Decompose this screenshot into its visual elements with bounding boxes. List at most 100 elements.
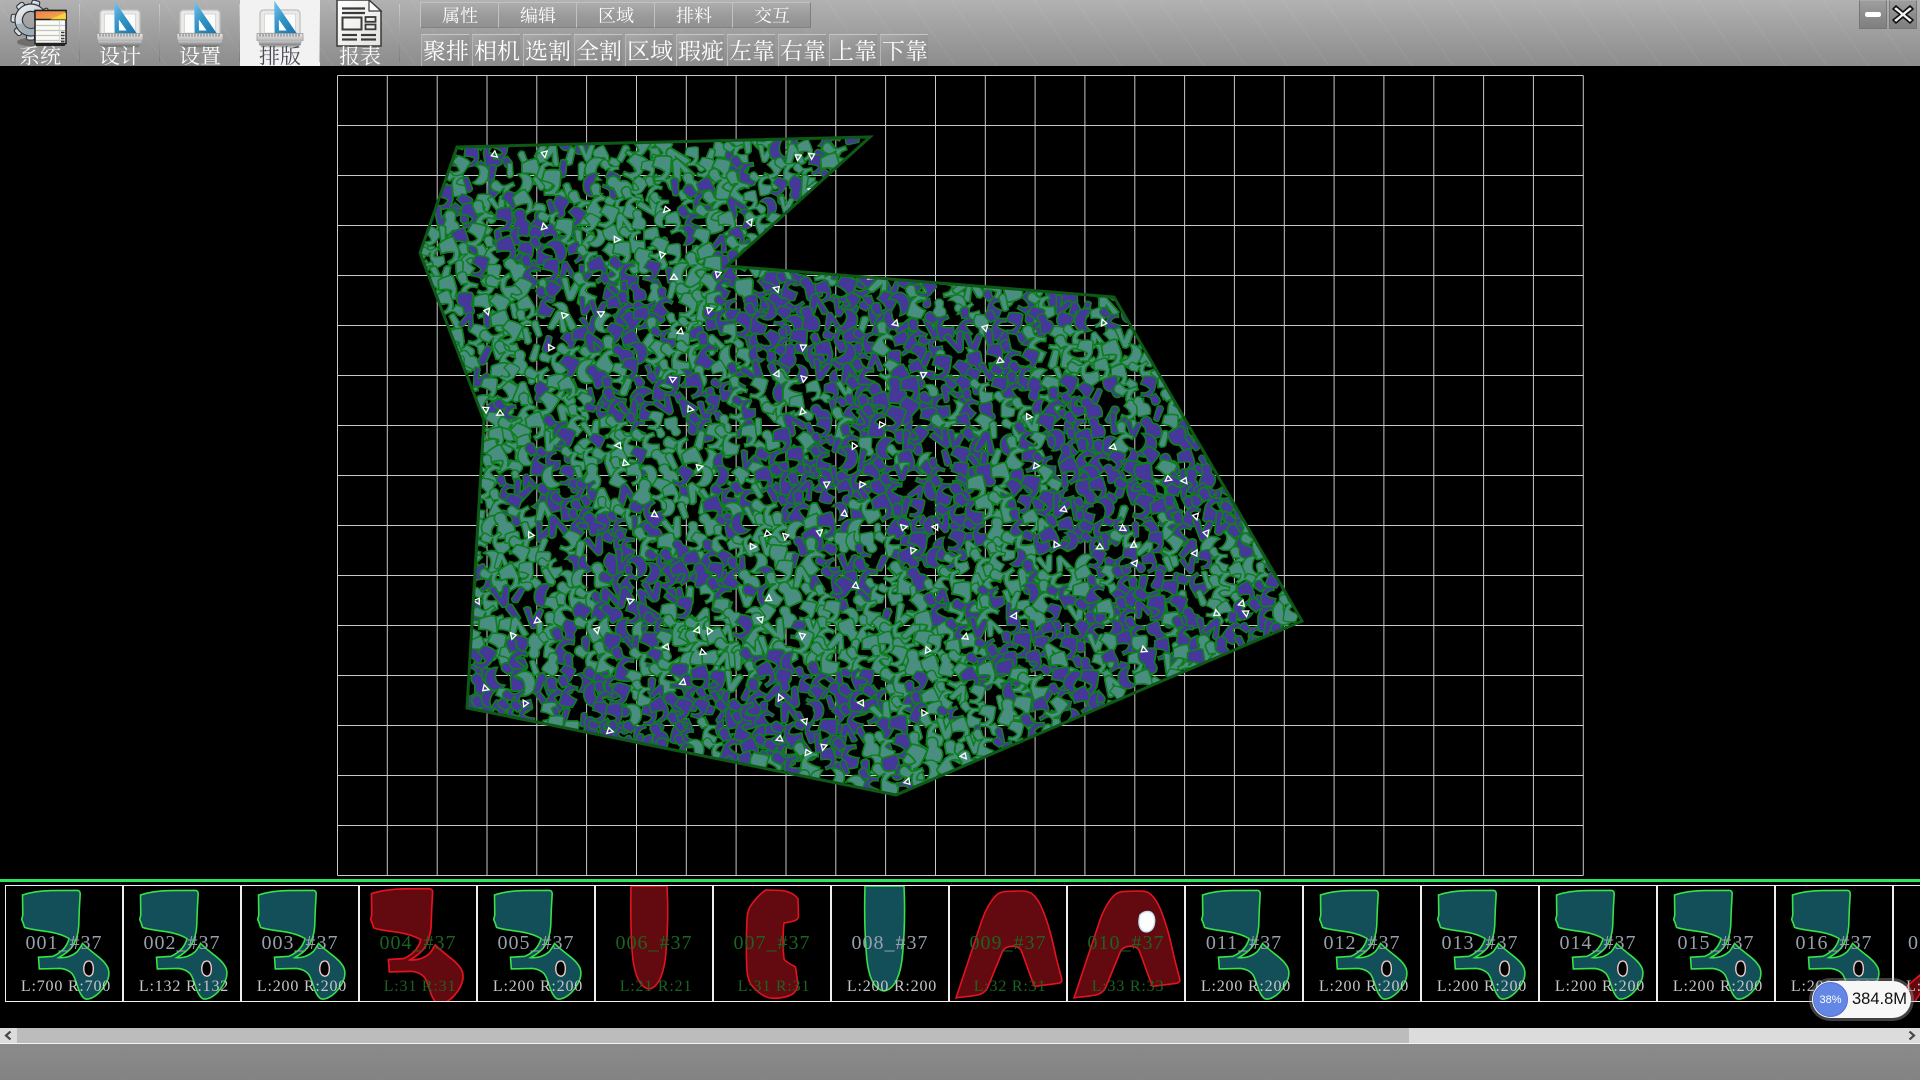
scroll-right-button[interactable] bbox=[1903, 1028, 1920, 1043]
bottom-status-bar bbox=[0, 1043, 1920, 1080]
part-name: 006_#37 bbox=[596, 932, 712, 955]
tool-button-snap-right[interactable] bbox=[778, 34, 826, 66]
window-controls bbox=[1857, 0, 1917, 29]
part-cell-011_#37[interactable]: 011_#37 L:200 R:200 bbox=[1185, 885, 1303, 1002]
menu-tab-nest[interactable] bbox=[654, 2, 733, 28]
part-name: 014_#37 bbox=[1540, 932, 1656, 955]
part-cell-007_#37[interactable]: 007_#37L:31 R:31 bbox=[713, 885, 831, 1002]
menu-tab-interaction[interactable] bbox=[732, 2, 811, 28]
part-lr-count: L:31 R:31 bbox=[364, 978, 476, 996]
tool-button-cluster-nest[interactable] bbox=[421, 34, 469, 66]
part-name: 010_#37 bbox=[1068, 932, 1184, 955]
tool-button-label bbox=[678, 39, 724, 62]
memory-value: 384.8M bbox=[1852, 981, 1907, 1018]
part-name: 005_#37 bbox=[478, 932, 594, 955]
part-lr-count: L:32 R:31 bbox=[954, 978, 1066, 996]
app-button-label bbox=[320, 45, 400, 66]
tool-button-label bbox=[423, 39, 469, 62]
memory-status-widget[interactable]: 38% 384.8M bbox=[1812, 981, 1911, 1018]
menu-tab-label bbox=[676, 6, 712, 24]
tool-button-snap-left[interactable] bbox=[727, 34, 775, 66]
progress-badge: 38% bbox=[1813, 982, 1848, 1017]
part-name: 015_#37 bbox=[1658, 932, 1774, 955]
toolbar-chrome bbox=[0, 0, 1920, 66]
part-cell-002_#37[interactable]: 002_#37 L:132 R:132 bbox=[123, 885, 241, 1002]
tool-button-label bbox=[780, 39, 826, 62]
tool-button-label bbox=[474, 39, 520, 62]
tool-button-snap-down[interactable] bbox=[880, 34, 928, 66]
app-button-system[interactable] bbox=[0, 0, 80, 66]
menu-tab-edit[interactable] bbox=[498, 2, 577, 28]
part-name: 001_#37 bbox=[6, 932, 122, 955]
application-window: 001_#37L:700 R:700002_#37L:132 R:132003_… bbox=[0, 0, 1920, 1080]
app-button-settings[interactable] bbox=[160, 0, 240, 66]
tool-button-label bbox=[525, 39, 571, 62]
part-name: 003_#37 bbox=[242, 932, 358, 955]
app-button-report[interactable] bbox=[320, 0, 400, 66]
part-lr-count: L:21 R:21 bbox=[600, 978, 712, 996]
part-cell-006_#37[interactable]: 006_#37 L:21 R:21 bbox=[595, 885, 713, 1002]
triangle-ruler-icon bbox=[160, 1, 240, 47]
menu-tab-attributes[interactable] bbox=[420, 2, 499, 28]
tool-button-label bbox=[831, 39, 877, 62]
part-name: 009_#37 bbox=[950, 932, 1066, 955]
app-bar bbox=[0, 0, 400, 66]
close-icon bbox=[1890, 1, 1916, 28]
app-button-label bbox=[0, 45, 80, 66]
app-button-design[interactable] bbox=[80, 0, 160, 66]
app-button-nesting[interactable] bbox=[240, 0, 320, 66]
part-lr-count: L:31 R:31 bbox=[718, 978, 830, 996]
tool-button-label bbox=[627, 39, 673, 62]
part-cell-013_#37[interactable]: 013_#37 L:200 R:200 bbox=[1421, 885, 1539, 1002]
part-cell-012_#37[interactable]: 012_#37L:200 R:200 bbox=[1303, 885, 1421, 1002]
tool-button-select-cut[interactable] bbox=[523, 34, 571, 66]
part-cell-001_#37[interactable]: 001_#37 L:700 R:700 bbox=[5, 885, 123, 1002]
part-lr-count: L:200 R:200 bbox=[246, 978, 358, 996]
part-lr-count: L:700 R:700 bbox=[10, 978, 122, 996]
scroll-left-button[interactable] bbox=[0, 1028, 17, 1043]
app-button-label bbox=[160, 45, 240, 66]
tool-button-defect[interactable] bbox=[676, 34, 724, 66]
part-name: 016_#37 bbox=[1776, 932, 1892, 955]
part-lr-count: L:200 R:200 bbox=[1544, 978, 1656, 996]
nesting-canvas[interactable] bbox=[0, 66, 1920, 879]
menu-tab-label bbox=[754, 6, 790, 24]
nesting-canvas-svg bbox=[0, 66, 1920, 879]
tool-button-cut-all[interactable] bbox=[574, 34, 622, 66]
tool-button-snap-up[interactable] bbox=[829, 34, 877, 66]
app-button-label bbox=[240, 45, 320, 66]
parts-strip: 001_#37L:700 R:700002_#37L:132 R:132003_… bbox=[0, 882, 1920, 1028]
triangle-ruler-icon bbox=[80, 1, 160, 47]
menu-tab-region[interactable] bbox=[576, 2, 655, 28]
part-cell-003_#37[interactable]: 003_#37 L:200 R:200 bbox=[241, 885, 359, 1002]
part-cell-015_#37[interactable]: 015_#37 L:200 R:200 bbox=[1657, 885, 1775, 1002]
scrollbar-thumb[interactable] bbox=[17, 1028, 1409, 1043]
part-name: 002_#37 bbox=[124, 932, 240, 955]
gear-notepad-icon bbox=[0, 1, 80, 47]
chevron-right-icon bbox=[1907, 1031, 1916, 1040]
part-name: 011_#37 bbox=[1186, 932, 1302, 955]
part-lr-count: L:200 R:200 bbox=[1662, 978, 1774, 996]
part-cell-008_#37[interactable]: 008_#37L:200 R:200 bbox=[831, 885, 949, 1002]
part-name: 013_#37 bbox=[1422, 932, 1538, 955]
part-lr-count: L:200 R:200 bbox=[1190, 978, 1302, 996]
part-cell-014_#37[interactable]: 014_#37 L:200 R:200 bbox=[1539, 885, 1657, 1002]
part-cell-005_#37[interactable]: 005_#37L:200 R:200 bbox=[477, 885, 595, 1002]
report-doc-icon bbox=[320, 1, 400, 47]
part-lr-count: L:132 R:132 bbox=[128, 978, 240, 996]
tool-button-zone[interactable] bbox=[625, 34, 673, 66]
minimize-button[interactable] bbox=[1859, 0, 1887, 29]
part-lr-count: L:200 R:200 bbox=[1308, 978, 1420, 996]
part-lr-count: L:200 R:200 bbox=[1426, 978, 1538, 996]
part-cell-004_#37[interactable]: 004_#37L:31 R:31 bbox=[359, 885, 477, 1002]
part-cell-010_#37[interactable]: 010_#37 L:33 R:33 bbox=[1067, 885, 1185, 1002]
strip-scrollbar[interactable] bbox=[0, 1028, 1920, 1043]
menu-tab-bar bbox=[420, 2, 810, 28]
part-name: 0 bbox=[1894, 932, 1920, 955]
part-lr-count: L:33 R:33 bbox=[1072, 978, 1184, 996]
close-button[interactable] bbox=[1889, 0, 1917, 29]
part-cell-009_#37[interactable]: 009_#37 L:32 R:31 bbox=[949, 885, 1067, 1002]
tool-button-bar bbox=[421, 34, 931, 66]
menu-tab-label bbox=[442, 6, 478, 24]
tool-button-camera[interactable] bbox=[472, 34, 520, 66]
